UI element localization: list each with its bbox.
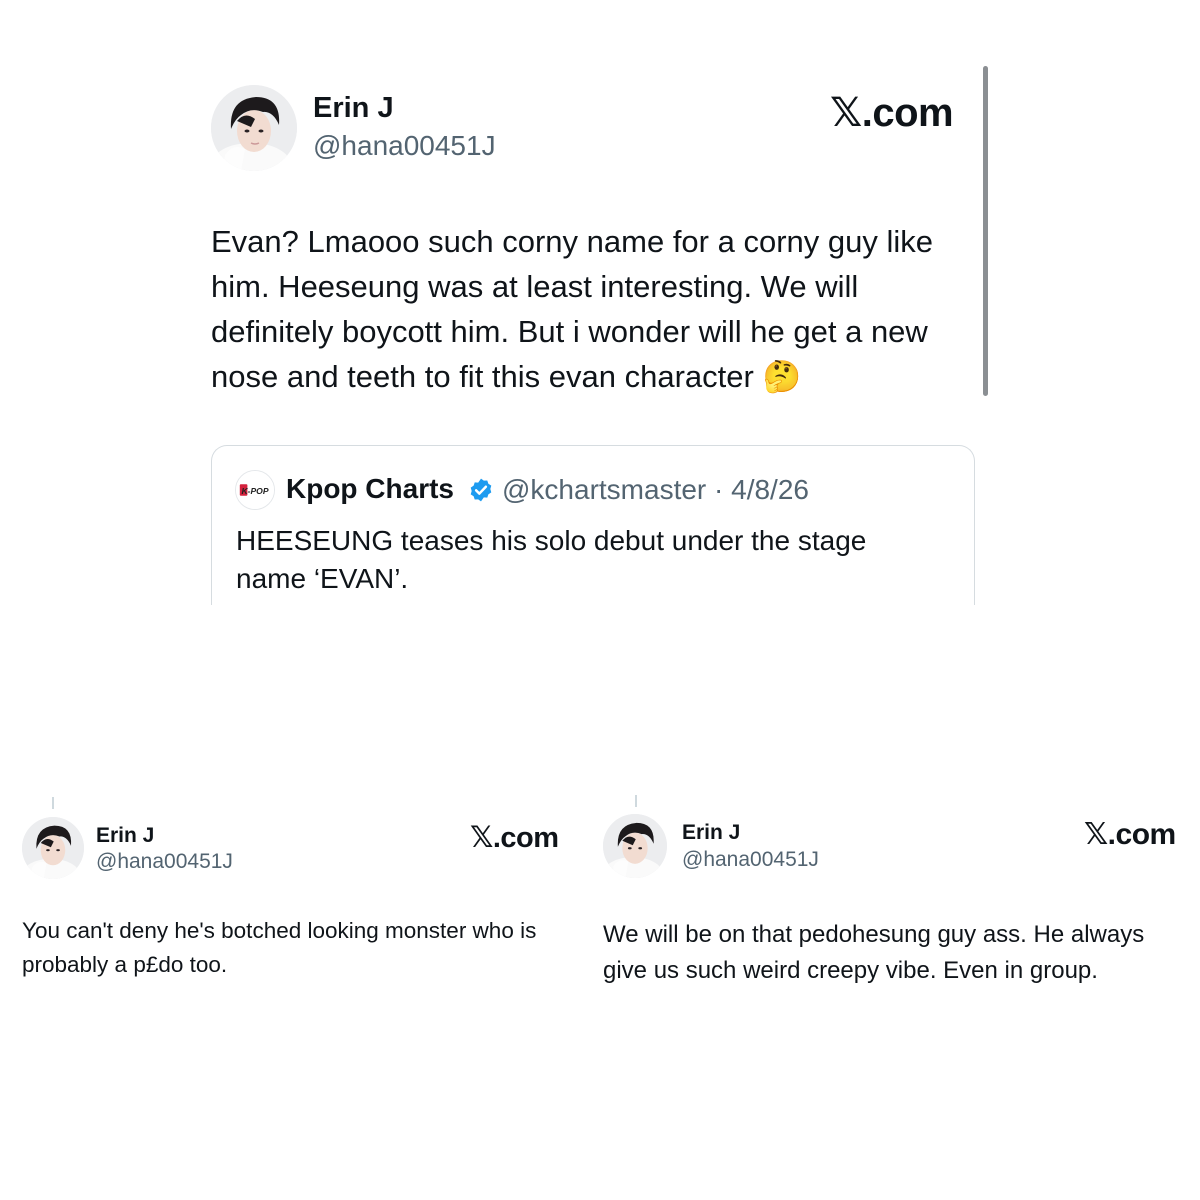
svg-text:K-POP: K-POP [241,486,268,496]
x-logo-suffix: .com [861,91,954,135]
avatar[interactable] [22,817,84,879]
tweet-text: Evan? Lmaooo such corny name for a corny… [211,224,933,394]
avatar[interactable] [603,814,667,878]
author-name[interactable]: Erin J [96,824,154,848]
x-logo: 𝕏.com [830,90,954,136]
x-icon: 𝕏 [830,90,862,136]
quoted-author-name[interactable]: Kpop Charts [286,473,454,505]
thread-line [635,795,637,807]
quoted-tweet-text: HEESEUNG teases his solo debut under the… [236,525,867,594]
kpop-logo-icon: K-POP [235,470,275,510]
x-icon: 𝕏 [1084,817,1108,852]
author-name[interactable]: Erin J [682,821,740,845]
x-logo-suffix: .com [1107,818,1177,851]
author-handle[interactable]: @hana00451J [96,850,233,874]
thread-line [52,797,54,809]
author-handle[interactable]: @hana00451J [313,130,496,162]
avatar[interactable] [211,85,297,171]
verified-badge-icon [470,478,492,502]
tweet-text: You can't deny he's botched looking mons… [22,918,537,977]
tweet-text: We will be on that pedohesung guy ass. H… [603,921,1145,984]
quoted-handle-date[interactable]: @kchartsmaster · 4/8/26 [502,474,809,506]
author-handle[interactable]: @hana00451J [682,848,819,872]
author-name[interactable]: Erin J [313,92,394,125]
x-logo: 𝕏.com [1084,817,1176,852]
scrollbar[interactable] [983,66,988,396]
x-icon: 𝕏 [470,820,493,854]
x-logo: 𝕏.com [470,820,559,855]
x-logo-suffix: .com [492,822,559,854]
quote-tweet-card[interactable]: K-POP Kpop Charts @kchartsmaster · 4/8/2… [211,445,975,605]
